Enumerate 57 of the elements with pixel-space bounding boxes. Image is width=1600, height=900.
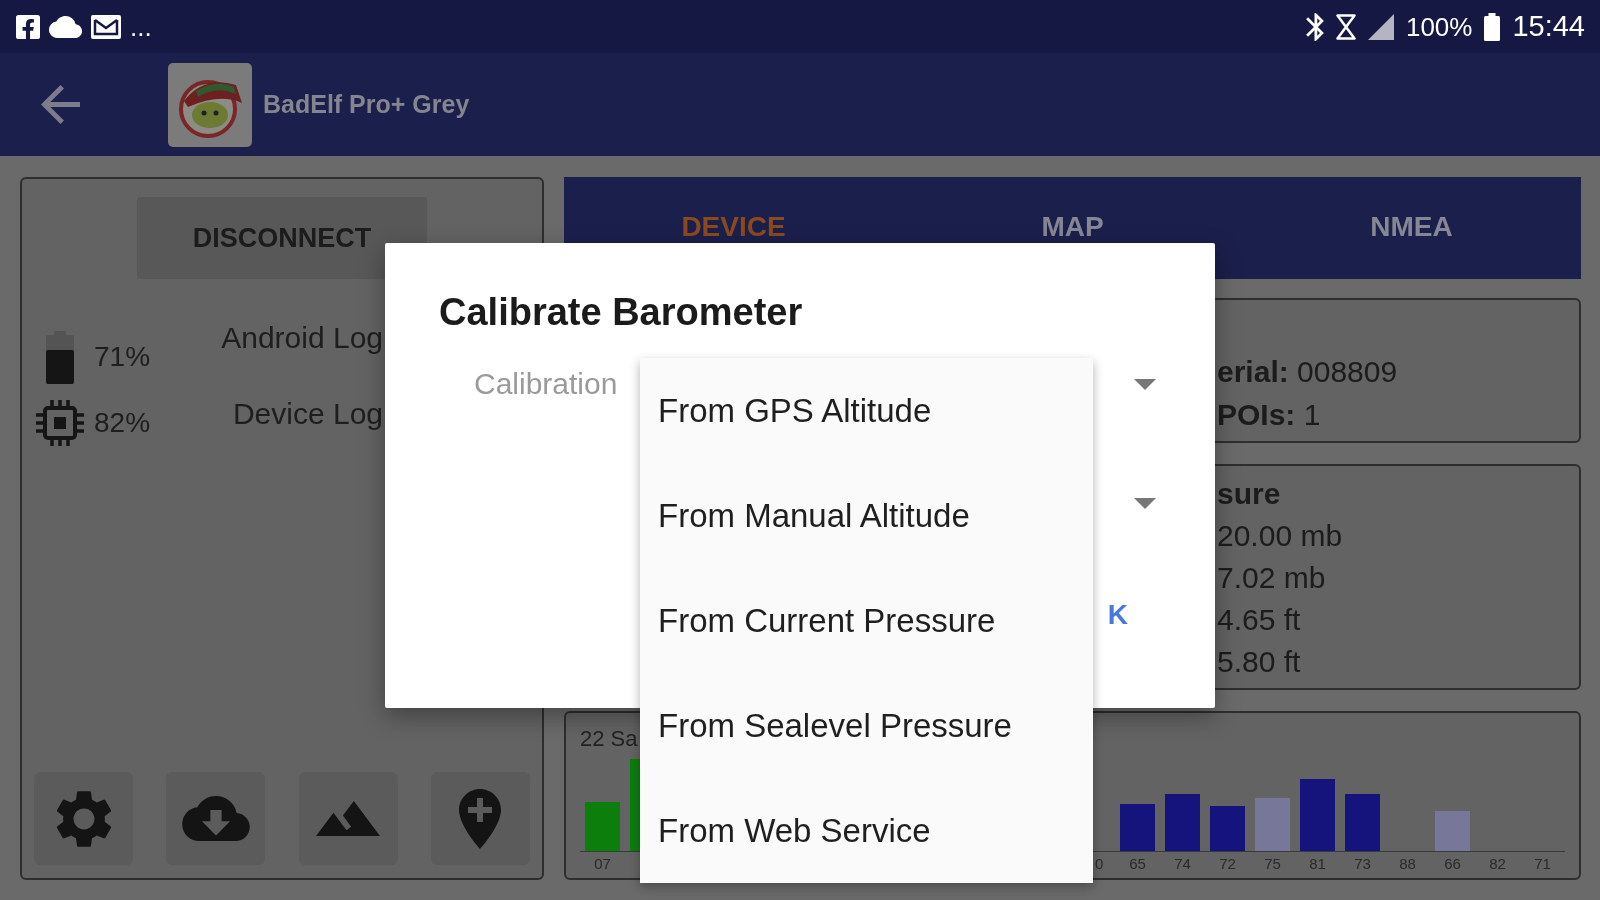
battery-icon — [46, 330, 74, 384]
download-button[interactable] — [166, 772, 266, 865]
caret-icon[interactable] — [1134, 497, 1156, 509]
reading-text: 20.00 mb — [1217, 518, 1343, 554]
bar-label: 74 — [1174, 855, 1191, 873]
terrain-button[interactable] — [298, 772, 398, 865]
reading-text: 7.02 mb — [1217, 560, 1326, 596]
menu-item[interactable]: From Manual Altitude — [640, 463, 1093, 568]
bar-label: 81 — [1309, 855, 1326, 873]
bar-label: 82 — [1489, 855, 1506, 873]
bar-label: 88 — [1399, 855, 1416, 873]
map-pin-plus-icon — [459, 788, 502, 849]
back-arrow-icon[interactable] — [41, 85, 80, 124]
dialog-title: Calibrate Barometer — [439, 290, 803, 335]
notification-overflow: ... — [130, 13, 152, 40]
card-heading: sure — [1217, 476, 1281, 512]
log-label: Android Log — [221, 320, 383, 356]
battery-percent: 100% — [1405, 13, 1473, 40]
bar-label: 07 — [594, 855, 611, 873]
info-text: erial: 008809 — [1217, 354, 1398, 390]
settings-button[interactable] — [34, 772, 133, 865]
bar-label: 71 — [1534, 855, 1551, 873]
facebook-icon — [16, 14, 40, 39]
chart-title: 22 Sa — [580, 727, 638, 751]
mountains-icon — [316, 801, 381, 836]
hourglass-icon — [1335, 13, 1356, 40]
dialog-button[interactable]: K — [1107, 597, 1128, 633]
tab[interactable]: MAP — [1035, 213, 1110, 241]
stat-value: 82% — [94, 406, 151, 440]
clock: 15:44 — [1512, 12, 1585, 41]
cloud-download-icon — [181, 796, 250, 841]
menu-item[interactable]: From GPS Altitude — [640, 358, 1093, 463]
menu-item[interactable]: From Current Pressure — [640, 568, 1093, 673]
bluetooth-icon — [1305, 12, 1324, 41]
cloud-icon — [49, 15, 82, 38]
bar-label: 75 — [1264, 855, 1281, 873]
bar-label: 72 — [1219, 855, 1236, 873]
add-location-button[interactable] — [431, 772, 530, 865]
reading-text: 4.65 ft — [1217, 602, 1301, 638]
stat-value: 71% — [94, 340, 151, 374]
signal-icon — [1367, 13, 1394, 40]
menu-item[interactable]: From Sealevel Pressure — [640, 673, 1093, 778]
caret-icon[interactable] — [1134, 378, 1156, 390]
field-label: Calibration — [474, 367, 618, 401]
mail-icon — [91, 14, 121, 39]
bar-label: 65 — [1129, 855, 1146, 873]
reading-text: 5.80 ft — [1217, 644, 1301, 680]
menu-item[interactable]: From Web Service — [640, 778, 1093, 883]
bar-label: 73 — [1354, 855, 1371, 873]
bar-label: 66 — [1444, 855, 1461, 873]
tab[interactable]: NMEA — [1364, 213, 1459, 241]
log-label: Device Log — [232, 396, 383, 432]
chip-icon — [36, 400, 84, 446]
info-text: POIs: 1 — [1217, 397, 1321, 433]
app-title: BadElf Pro+ Grey — [263, 90, 470, 119]
battery-icon — [1484, 12, 1501, 41]
gear-icon — [54, 789, 113, 848]
